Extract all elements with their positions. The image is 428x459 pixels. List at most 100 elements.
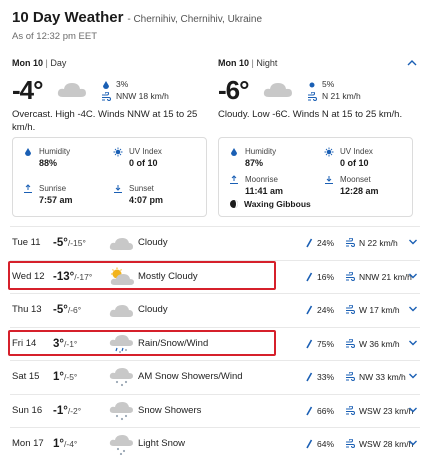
page-header: 10 Day Weather - Chernihiv, Chernihiv, U… [12, 9, 420, 42]
page-title: 10 Day Weather [12, 9, 124, 26]
moonset-icon [325, 176, 333, 184]
moonrise-icon [230, 175, 238, 184]
moon-phase-label: Waxing Gibbous [244, 198, 311, 209]
night-humidity-label: Humidity [245, 147, 277, 156]
snow-showers-icon [109, 368, 133, 387]
forecast-condition: Rain/Snow/Wind [138, 338, 209, 349]
night-meta: 5% N 21 km/h [307, 78, 361, 102]
day-uv-value: 0 of 10 [129, 158, 158, 168]
night-moonrise-value: 11:41 am [245, 186, 284, 196]
night-moonrise: Moonrise 11:41 am [229, 174, 283, 197]
forecast-high: -1° [53, 404, 68, 417]
day-panel-period: Day [50, 58, 67, 68]
forecast-precip-value: 64% [317, 438, 335, 449]
forecast-precip-value: 66% [317, 405, 335, 416]
forecast-row[interactable]: Wed 12 -13°/-17° Mostly Cloudy 16% NNW 2… [10, 260, 420, 292]
forecast-wind-value: WSW 23 km/h [359, 405, 414, 416]
forecast-wind-value: W 17 km/h [359, 304, 400, 315]
day-sunset-value: 4:07 pm [129, 195, 164, 205]
cloudy-icon [263, 83, 292, 97]
night-precip-value: 5% [322, 79, 335, 89]
forecast-row[interactable]: Tue 11 -5°/-15° Cloudy 24% N 22 km/h [10, 226, 420, 258]
sun-uv-icon [324, 147, 334, 157]
forecast-temps: -5°/-6° [53, 304, 81, 316]
forecast-low: /-15° [67, 237, 86, 248]
night-precip: 5% [307, 78, 361, 90]
expand-chevron-down-icon[interactable] [408, 272, 418, 280]
day-meta: 3% NNW 18 km/h [101, 78, 169, 102]
forecast-date: Fri 14 [12, 338, 37, 349]
forecast-condition: Cloudy [138, 304, 168, 315]
snow-showers-icon [109, 402, 133, 421]
expand-chevron-down-icon[interactable] [408, 439, 418, 447]
cloudy-icon [109, 305, 133, 317]
day-panel-date: Mon 10 [12, 58, 44, 68]
night-wind-value: N 21 km/h [322, 91, 361, 101]
expand-chevron-down-icon[interactable] [408, 339, 418, 347]
forecast-high: -5° [53, 303, 68, 316]
forecast-high: 1° [53, 437, 64, 450]
forecast-date: Mon 17 [12, 438, 44, 449]
wind-icon [102, 91, 111, 101]
forecast-precip-value: 33% [317, 371, 335, 382]
forecast-precip-value: 16% [317, 271, 335, 282]
forecast-date: Tue 11 [12, 237, 41, 248]
forecast-low: /-5° [64, 371, 78, 382]
precip-slash-icon [306, 305, 313, 314]
moon-phase-icon [230, 200, 238, 208]
day-main-row: -4° 3% NNW 18 km/h [12, 74, 207, 106]
forecast-condition: Cloudy [138, 237, 168, 248]
wind-icon [346, 405, 355, 415]
day-panel: Mon 10 | Day -4° 3% NNW 18 km/h Overcast… [12, 58, 207, 134]
night-uv-value: 0 of 10 [340, 158, 369, 168]
as-of-timestamp: As of 12:32 pm EET [12, 31, 98, 42]
day-details-card: Humidity 88% UV Index 0 of 10 Sunrise 7:… [12, 137, 207, 217]
night-panel-separator: | [251, 58, 254, 68]
wind-icon [346, 237, 355, 247]
day-sunset-label: Sunset [129, 184, 154, 193]
forecast-low: /-1° [64, 338, 78, 349]
precip-slash-icon [306, 406, 313, 415]
forecast-row[interactable]: Mon 17 1°/-4° Light Snow 64% WSW 28 km/h [10, 427, 420, 459]
night-main-row: -6° 5% N 21 km/h [218, 74, 413, 106]
expand-chevron-down-icon[interactable] [408, 406, 418, 414]
forecast-high: -5° [53, 236, 68, 249]
forecast-temps: -13°/-17° [53, 271, 92, 283]
day-temperature: -4° [12, 74, 44, 105]
day-humidity: Humidity 88% [23, 146, 70, 169]
forecast-wind: WSW 23 km/h [345, 405, 414, 416]
wind-icon [308, 91, 317, 101]
forecast-precip-value: 24% [317, 237, 335, 248]
forecast-low: /-4° [64, 438, 78, 449]
precip-dot-icon [309, 82, 315, 87]
day-sunrise-value: 7:57 am [39, 195, 73, 205]
forecast-wind: N 22 km/h [345, 237, 398, 248]
forecast-precip-value: 75% [317, 338, 335, 349]
day-panel-heading: Mon 10 | Day [12, 58, 207, 71]
forecast-wind-value: NNW 21 km/h [359, 271, 412, 282]
forecast-row[interactable]: Sat 15 1°/-5° AM Snow Showers/Wind 33% N… [10, 360, 420, 392]
forecast-wind: NNW 21 km/h [345, 271, 412, 282]
night-temperature: -6° [218, 74, 250, 105]
forecast-temps: 3°/-1° [53, 338, 77, 350]
night-summary: Cloudy. Low -6C. Winds N at 15 to 25 km/… [218, 109, 403, 120]
forecast-row[interactable]: Thu 13 -5°/-6° Cloudy 24% W 17 km/h [10, 293, 420, 325]
wind-icon [346, 438, 355, 448]
expand-chevron-down-icon[interactable] [408, 372, 418, 380]
forecast-temps: 1°/-5° [53, 371, 77, 383]
forecast-row[interactable]: Sun 16 -1°/-2° Snow Showers 66% WSW 23 k… [10, 394, 420, 426]
forecast-wind-value: NW 33 km/h [359, 371, 406, 382]
forecast-wind: WSW 28 km/h [345, 438, 413, 449]
forecast-row[interactable]: Fri 14 3°/-1° Rain/Snow/Wind 75% W 36 km… [10, 327, 420, 359]
forecast-wind: W 17 km/h [345, 304, 400, 315]
day-uv-label: UV Index [129, 147, 162, 156]
night-uv: UV Index 0 of 10 [324, 146, 373, 169]
forecast-precip: 24% [305, 305, 334, 315]
wind-icon [346, 338, 355, 348]
location-label: - Chernihiv, Chernihiv, Ukraine [127, 14, 263, 25]
expand-chevron-down-icon[interactable] [408, 305, 418, 313]
sunrise-icon [24, 184, 32, 193]
forecast-precip: 75% [305, 339, 334, 349]
expand-chevron-down-icon[interactable] [408, 238, 418, 246]
day-wind: NNW 18 km/h [101, 90, 169, 102]
